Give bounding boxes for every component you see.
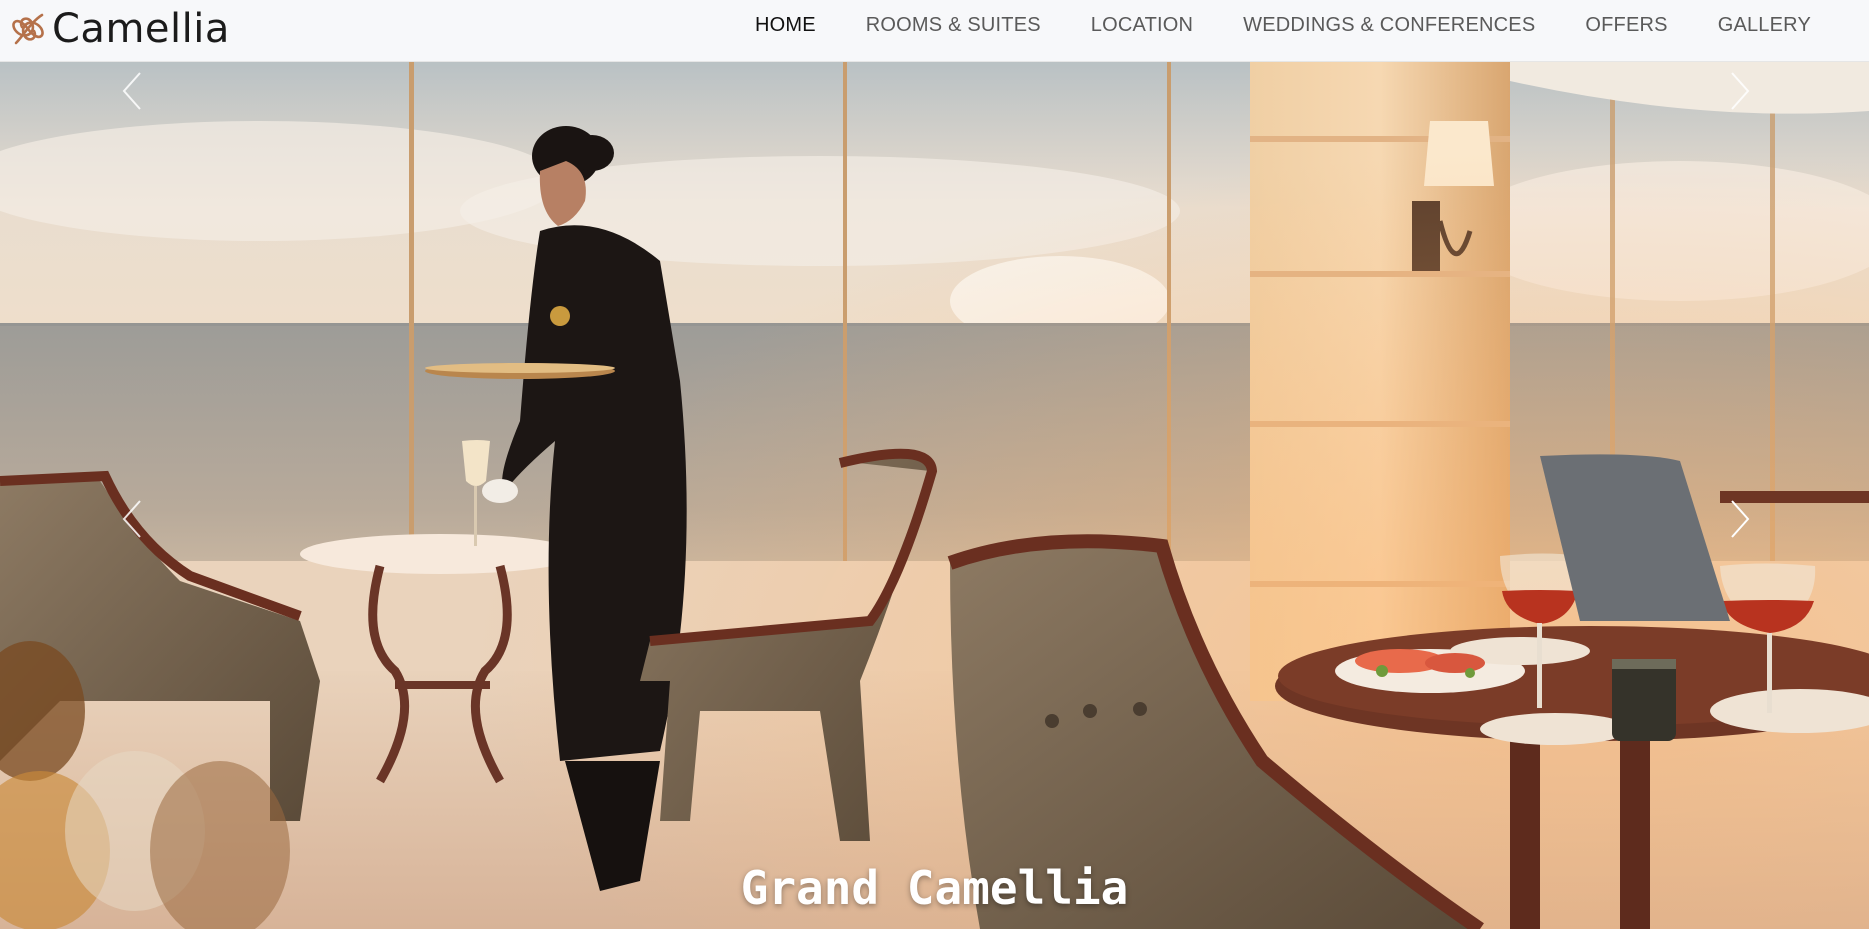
nav-home[interactable]: HOME [730,14,841,37]
nav-location[interactable]: LOCATION [1066,14,1218,37]
chevron-right-icon [1731,500,1750,538]
carousel-next-control[interactable] [1710,489,1770,549]
top-navbar: Camellia HOME ROOMS & SUITES LOCATION WE… [0,0,1869,62]
chevron-left-icon [122,72,141,110]
chevron-left-icon [122,500,141,538]
nav-gallery[interactable]: GALLERY [1693,14,1836,37]
nav-offers[interactable]: OFFERS [1560,14,1692,37]
carousel-prev-control[interactable] [102,489,162,549]
hero-carousel: Grand Camellia [0,61,1869,929]
brand-name: Camellia [52,6,230,52]
camellia-knot-logo-icon [12,13,44,45]
carousel-prev-top-control[interactable] [102,61,162,121]
nav-rooms-suites[interactable]: ROOMS & SUITES [841,14,1066,37]
carousel-next-top-control[interactable] [1710,61,1770,121]
hero-caption: Grand Camellia [740,861,1129,915]
main-nav: HOME ROOMS & SUITES LOCATION WEDDINGS & … [730,0,1836,51]
restaurant-ocean-view-photo [0,61,1869,929]
nav-weddings-conferences[interactable]: WEDDINGS & CONFERENCES [1218,14,1560,37]
chevron-right-icon [1731,72,1750,110]
brand-link[interactable]: Camellia [6,4,230,54]
